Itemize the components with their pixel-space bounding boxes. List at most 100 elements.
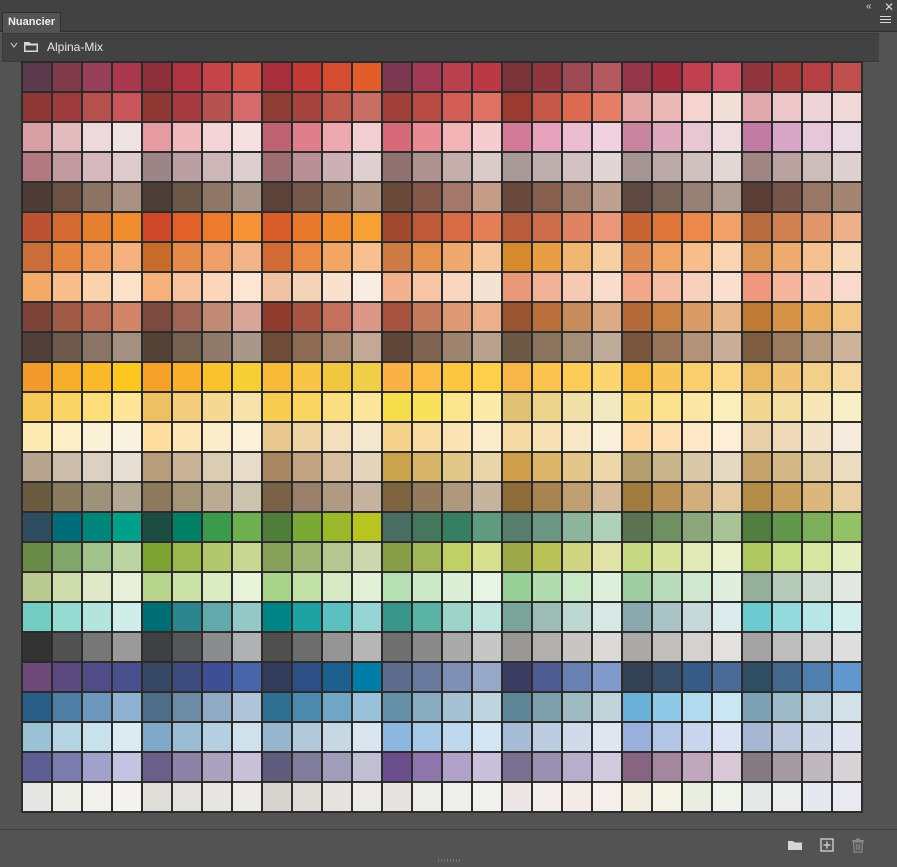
color-swatch[interactable] (803, 663, 831, 691)
color-swatch[interactable] (833, 663, 861, 691)
color-swatch[interactable] (473, 273, 501, 301)
color-swatch[interactable] (233, 663, 261, 691)
color-swatch[interactable] (713, 123, 741, 151)
color-swatch[interactable] (683, 273, 711, 301)
color-swatch[interactable] (173, 423, 201, 451)
color-swatch[interactable] (113, 723, 141, 751)
color-swatch[interactable] (113, 603, 141, 631)
color-swatch[interactable] (83, 183, 111, 211)
color-swatch[interactable] (413, 753, 441, 781)
color-swatch[interactable] (803, 693, 831, 721)
color-swatch[interactable] (593, 123, 621, 151)
color-swatch[interactable] (383, 183, 411, 211)
color-swatch[interactable] (263, 213, 291, 241)
color-swatch[interactable] (773, 693, 801, 721)
color-swatch[interactable] (353, 603, 381, 631)
color-swatch[interactable] (353, 483, 381, 511)
color-swatch[interactable] (443, 153, 471, 181)
color-swatch[interactable] (593, 363, 621, 391)
color-swatch[interactable] (623, 603, 651, 631)
color-swatch[interactable] (23, 633, 51, 661)
color-swatch[interactable] (293, 723, 321, 751)
color-swatch[interactable] (323, 663, 351, 691)
color-swatch[interactable] (113, 753, 141, 781)
color-swatch[interactable] (383, 453, 411, 481)
color-swatch[interactable] (173, 93, 201, 121)
color-swatch[interactable] (443, 183, 471, 211)
color-swatch[interactable] (623, 723, 651, 751)
color-swatch[interactable] (293, 303, 321, 331)
color-swatch[interactable] (773, 543, 801, 571)
color-swatch[interactable] (503, 633, 531, 661)
color-swatch[interactable] (533, 543, 561, 571)
color-swatch[interactable] (143, 603, 171, 631)
color-swatch[interactable] (503, 513, 531, 541)
color-swatch[interactable] (503, 243, 531, 271)
color-swatch[interactable] (713, 423, 741, 451)
color-swatch[interactable] (683, 663, 711, 691)
color-swatch[interactable] (773, 333, 801, 361)
color-swatch[interactable] (173, 303, 201, 331)
color-swatch[interactable] (173, 273, 201, 301)
color-swatch[interactable] (533, 663, 561, 691)
color-swatch[interactable] (473, 183, 501, 211)
color-swatch[interactable] (833, 753, 861, 781)
color-swatch[interactable] (353, 213, 381, 241)
color-swatch[interactable] (203, 183, 231, 211)
color-swatch[interactable] (443, 303, 471, 331)
color-swatch[interactable] (833, 693, 861, 721)
color-swatch[interactable] (743, 513, 771, 541)
color-swatch[interactable] (383, 663, 411, 691)
color-swatch[interactable] (473, 693, 501, 721)
delete-trash-icon[interactable] (849, 836, 867, 854)
color-swatch[interactable] (713, 93, 741, 121)
color-swatch[interactable] (143, 453, 171, 481)
color-swatch[interactable] (353, 453, 381, 481)
color-swatch[interactable] (833, 603, 861, 631)
color-swatch[interactable] (263, 273, 291, 301)
color-swatch[interactable] (263, 513, 291, 541)
color-swatch[interactable] (203, 663, 231, 691)
color-swatch[interactable] (563, 543, 591, 571)
color-swatch[interactable] (593, 423, 621, 451)
color-swatch[interactable] (593, 243, 621, 271)
color-swatch[interactable] (323, 573, 351, 601)
color-swatch[interactable] (233, 63, 261, 91)
color-swatch[interactable] (623, 153, 651, 181)
color-swatch[interactable] (713, 783, 741, 811)
color-swatch[interactable] (713, 663, 741, 691)
color-swatch[interactable] (323, 333, 351, 361)
color-swatch[interactable] (653, 273, 681, 301)
color-swatch[interactable] (413, 153, 441, 181)
color-swatch[interactable] (383, 603, 411, 631)
color-swatch[interactable] (773, 663, 801, 691)
color-swatch[interactable] (503, 123, 531, 151)
color-swatch[interactable] (143, 693, 171, 721)
color-swatch[interactable] (623, 633, 651, 661)
color-swatch[interactable] (653, 663, 681, 691)
color-swatch[interactable] (443, 333, 471, 361)
color-swatch[interactable] (263, 123, 291, 151)
color-swatch[interactable] (473, 393, 501, 421)
color-swatch[interactable] (173, 213, 201, 241)
color-swatch[interactable] (233, 243, 261, 271)
color-swatch[interactable] (83, 753, 111, 781)
color-swatch[interactable] (833, 273, 861, 301)
color-swatch[interactable] (83, 693, 111, 721)
color-swatch[interactable] (23, 483, 51, 511)
color-swatch[interactable] (773, 243, 801, 271)
color-swatch[interactable] (293, 393, 321, 421)
color-swatch[interactable] (23, 123, 51, 151)
color-swatch[interactable] (833, 783, 861, 811)
color-swatch[interactable] (413, 243, 441, 271)
double-chevron-left-icon[interactable]: « (866, 1, 872, 13)
color-swatch[interactable] (173, 783, 201, 811)
color-swatch[interactable] (113, 633, 141, 661)
color-swatch[interactable] (833, 423, 861, 451)
color-swatch[interactable] (173, 153, 201, 181)
color-swatch[interactable] (833, 483, 861, 511)
color-swatch[interactable] (263, 243, 291, 271)
color-swatch[interactable] (83, 333, 111, 361)
color-swatch[interactable] (53, 603, 81, 631)
tab-nuancier[interactable]: Nuancier (2, 12, 61, 32)
